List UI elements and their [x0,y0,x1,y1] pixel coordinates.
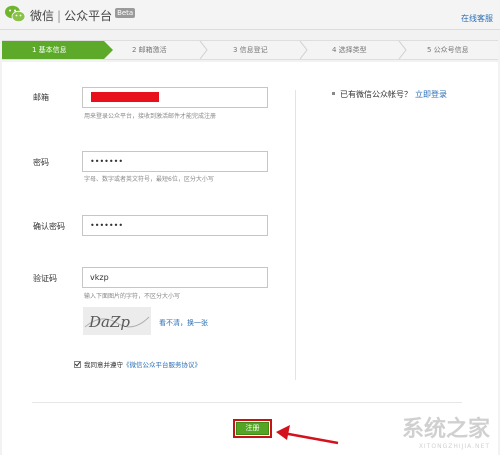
password-label: 密码 [33,158,49,167]
step-separator-icon [398,41,407,59]
redaction-bar [91,92,159,102]
wechat-logo-icon [5,5,26,23]
vertical-divider [295,90,296,380]
bullet-icon [332,92,335,95]
confirm-password-field[interactable]: ••••••• [82,215,268,236]
service-agreement-link[interactable]: 《微信公众平台服务协议》 [123,361,201,369]
refresh-captcha-link[interactable]: 看不清，换一张 [159,318,208,328]
horizontal-divider [32,402,462,403]
beta-badge: Beta [115,8,136,18]
register-button[interactable]: 注册 [236,422,269,435]
top-header: 微信 | 公众平台 Beta 在线客服 [0,0,500,30]
step-separator-icon [299,41,308,59]
login-link[interactable]: 立即登录 [415,90,447,99]
confirm-password-label: 确认密码 [33,222,65,231]
agreement-row: 我同意并遵守《微信公众平台服务协议》 [74,359,201,369]
step-separator-icon [199,41,208,59]
captcha-hint: 输入下面图片的字符，不区分大小写 [84,293,181,300]
agree-checkbox[interactable] [74,361,81,368]
password-field[interactable]: ••••••• [82,151,268,172]
watermark-url: XITONGZHIJIA.NET [418,443,490,450]
watermark-text: 系统之家 [401,417,490,442]
email-hint: 用来登录公众平台，接收到激活邮件才能完成注册 [84,113,217,120]
confirm-password-value: ••••••• [90,221,124,230]
step-account-info: 5 公众号信息 [427,41,469,59]
existing-account-text: 已有微信公众帐号？ [340,90,412,99]
captcha-input[interactable]: vkzp [82,267,268,288]
step-email-activation: 2 邮箱激活 [132,41,167,59]
password-hint: 字母、数字或者英文符号，最短6位，区分大小写 [84,176,214,183]
step-info-registration: 3 信息登记 [233,41,268,59]
step-label: 5 公众号信息 [427,46,469,54]
step-label: 4 选择类型 [332,46,367,54]
step-progress-bar: 1 基本信息 2 邮箱激活 3 信息登记 4 选择类型 5 公众号信息 [2,40,498,60]
step-arrow-tip [104,41,113,59]
captcha-value: vkzp [90,273,109,282]
existing-account-prompt: 已有微信公众帐号？ 立即登录 [332,89,447,100]
brand-name-weixin: 微信 [30,9,55,23]
email-label: 邮箱 [33,93,49,102]
agreement-text: 我同意并遵守 [84,361,123,369]
step-label: 2 邮箱激活 [132,46,167,54]
step-basic-info: 1 基本信息 [2,41,113,59]
brand-title: 微信 | 公众平台 Beta [30,8,136,23]
brand-name-platform: 公众平台 [64,9,113,23]
step-select-type: 4 选择类型 [332,41,367,59]
online-support-link[interactable]: 在线客服 [461,13,493,24]
step-label: 3 信息登记 [233,46,268,54]
watermark-logo: 系统之家 XITONGZHIJIA.NET [402,411,490,450]
captcha-image-text: DaZp [88,313,130,331]
password-value: ••••••• [90,157,124,166]
register-button-highlight: 注册 [233,419,272,438]
step-label: 1 基本信息 [32,46,67,54]
captcha-image[interactable]: DaZp [83,307,151,335]
registration-panel: 邮箱 用来登录公众平台，接收到激活邮件才能完成注册 密码 ••••••• 字母、… [2,62,498,455]
captcha-label: 验证码 [33,274,57,283]
email-field[interactable] [82,87,268,108]
